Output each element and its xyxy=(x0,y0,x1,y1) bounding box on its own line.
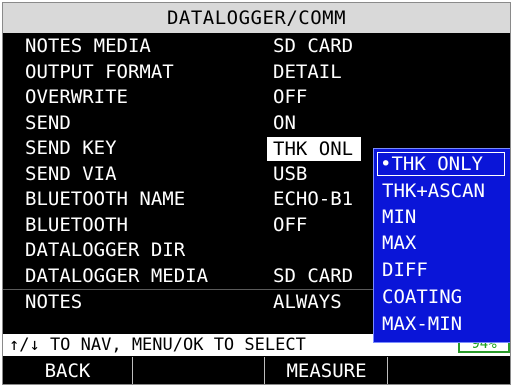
row-value: ECHO-B1 xyxy=(273,188,354,210)
menu-row-output-format[interactable]: OUTPUT FORMAT DETAIL xyxy=(3,60,510,86)
softkey-4[interactable] xyxy=(389,357,510,384)
softkey-2[interactable] xyxy=(134,357,265,384)
dropdown-option-max[interactable]: MAX xyxy=(377,230,416,256)
device-screen: DATALOGGER/COMM NOTES MEDIA SD CARD OUTP… xyxy=(2,2,511,385)
row-label: SEND xyxy=(25,111,71,134)
send-key-dropdown: •THK ONLY THK+ASCAN MIN MAX DIFF COATING… xyxy=(373,148,510,343)
row-value: OFF xyxy=(273,86,308,108)
row-value-selected[interactable]: THK ONL xyxy=(267,137,362,161)
menu-row-send[interactable]: SEND ON xyxy=(3,111,510,137)
dropdown-option-min[interactable]: MIN xyxy=(377,204,416,230)
dropdown-option-thk-ascan[interactable]: THK+ASCAN xyxy=(377,178,485,204)
row-label: NOTES xyxy=(25,290,83,313)
row-value: SD CARD xyxy=(273,264,354,287)
row-label: SEND KEY xyxy=(25,137,117,159)
dropdown-option-coating[interactable]: COATING xyxy=(377,284,462,310)
row-value: DETAIL xyxy=(273,60,342,83)
dropdown-option-thk-only[interactable]: •THK ONLY xyxy=(377,152,505,176)
row-label: OVERWRITE xyxy=(25,86,128,108)
row-label: OUTPUT FORMAT xyxy=(25,60,174,83)
row-value: USB xyxy=(273,162,308,185)
row-value: OFF xyxy=(273,213,308,236)
row-value: ON xyxy=(273,111,296,134)
row-label: SEND VIA xyxy=(25,162,117,185)
row-label: DATALOGGER DIR xyxy=(25,239,186,261)
menu-row-notes-media[interactable]: NOTES MEDIA SD CARD xyxy=(3,34,510,60)
softkey-bar: BACK MEASURE xyxy=(3,357,510,384)
row-value: ALWAYS xyxy=(273,290,342,313)
dropdown-option-diff[interactable]: DIFF xyxy=(377,257,428,283)
row-label: BLUETOOTH NAME xyxy=(25,188,186,210)
menu-row-overwrite[interactable]: OVERWRITE OFF xyxy=(3,85,510,111)
row-label: DATALOGGER MEDIA xyxy=(25,264,209,287)
page-title: DATALOGGER/COMM xyxy=(3,3,510,33)
back-softkey[interactable]: BACK xyxy=(3,357,133,384)
navigation-hint: ↑/↓ TO NAV, MENU/OK TO SELECT xyxy=(9,335,306,355)
dropdown-option-max-min[interactable]: MAX-MIN xyxy=(377,311,462,337)
row-label: BLUETOOTH xyxy=(25,213,128,236)
row-label: NOTES MEDIA xyxy=(25,35,151,57)
measure-softkey[interactable]: MEASURE xyxy=(266,357,388,384)
row-value: SD CARD xyxy=(273,35,354,57)
